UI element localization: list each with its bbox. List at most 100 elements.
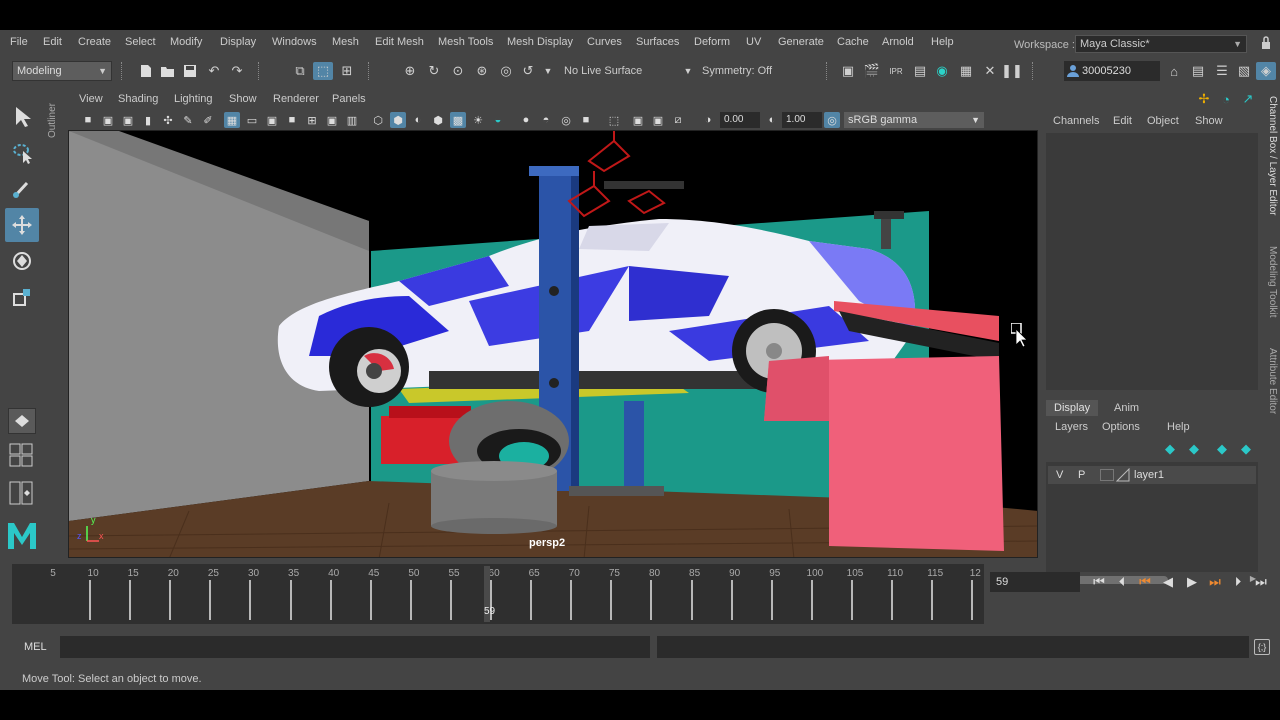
- menu-edit-mesh[interactable]: Edit Mesh: [375, 36, 424, 48]
- lasso-tool-icon[interactable]: [5, 136, 39, 170]
- textured-icon[interactable]: ▩: [450, 112, 466, 128]
- color-management-icon[interactable]: ◎: [824, 112, 840, 128]
- sync-icon[interactable]: ◔: [1216, 90, 1236, 108]
- new-layer-selected-icon[interactable]: ◆: [1236, 440, 1256, 458]
- snap-curve-icon[interactable]: ↻: [424, 62, 444, 80]
- shadows-icon[interactable]: ◒: [490, 112, 506, 128]
- exposure-field[interactable]: 0.00: [720, 112, 760, 128]
- channel-box-menu-show[interactable]: Show: [1195, 115, 1223, 127]
- layer-type-toggle[interactable]: [1100, 469, 1114, 481]
- safe-action-icon[interactable]: ▣: [324, 112, 340, 128]
- film-gate-icon[interactable]: ▭: [244, 112, 260, 128]
- render-frame-icon[interactable]: 🎬: [862, 62, 882, 80]
- command-input[interactable]: [60, 636, 650, 658]
- two-d-pan-icon[interactable]: ✣: [160, 112, 176, 128]
- go-to-end-icon[interactable]: ⏭: [1252, 573, 1270, 591]
- tab-channel-box-layer-editor[interactable]: Channel Box / Layer Editor: [1262, 96, 1278, 216]
- snap-grid-icon[interactable]: ⊕: [400, 62, 420, 80]
- step-back-key-icon[interactable]: ⏮: [1136, 573, 1154, 591]
- layer-menu-help[interactable]: Help: [1167, 421, 1190, 433]
- move-layer-up-icon[interactable]: ◆: [1160, 440, 1180, 458]
- panel-menu-view[interactable]: View: [79, 93, 103, 105]
- step-back-icon[interactable]: ⏴: [1113, 573, 1131, 591]
- xray-icon[interactable]: ▣: [630, 112, 646, 128]
- select-component-icon[interactable]: ⊞: [337, 62, 357, 80]
- layer-editor-icon[interactable]: ◈: [1256, 62, 1276, 80]
- step-forward-icon[interactable]: ⏵: [1229, 573, 1247, 591]
- render-settings-icon[interactable]: ▤: [910, 62, 930, 80]
- hypershade-icon[interactable]: ◉: [932, 62, 952, 80]
- script-editor-icon[interactable]: {;}: [1254, 639, 1270, 655]
- menu-curves[interactable]: Curves: [587, 36, 622, 48]
- snap-view-plane-icon[interactable]: ⊛: [472, 62, 492, 80]
- menu-generate[interactable]: Generate: [778, 36, 824, 48]
- bookmark-icon[interactable]: ▣: [120, 112, 136, 128]
- wireframe-icon[interactable]: ⬡: [370, 112, 386, 128]
- pencil-icon[interactable]: ✐: [200, 112, 216, 128]
- wireframe-on-shaded-icon[interactable]: ⬢: [430, 112, 446, 128]
- menu-display[interactable]: Display: [220, 36, 256, 48]
- camera-attributes-icon[interactable]: ▣: [100, 112, 116, 128]
- menu-create[interactable]: Create: [78, 36, 111, 48]
- arnold-render-icon[interactable]: ✕: [980, 62, 1000, 80]
- layer-name[interactable]: layer1: [1134, 469, 1164, 481]
- menu-file[interactable]: File: [10, 36, 28, 48]
- menu-help[interactable]: Help: [931, 36, 954, 48]
- view-transform-select[interactable]: sRGB gamma ▼: [844, 112, 984, 128]
- expand-icon[interactable]: ↗: [1238, 90, 1258, 108]
- channel-box-menu-edit[interactable]: Edit: [1113, 115, 1132, 127]
- layer-visibility-toggle[interactable]: V: [1056, 469, 1063, 481]
- channel-box-menu-channels[interactable]: Channels: [1053, 115, 1099, 127]
- select-object-icon[interactable]: ⬚: [313, 62, 333, 80]
- play-forwards-icon[interactable]: ▶: [1183, 573, 1201, 591]
- go-to-start-icon[interactable]: ⏮: [1090, 573, 1108, 591]
- isolate-select-icon[interactable]: ⬚: [606, 112, 622, 128]
- menu-mesh-display[interactable]: Mesh Display: [507, 36, 573, 48]
- play-backwards-icon[interactable]: ◀: [1159, 573, 1177, 591]
- select-tool-icon[interactable]: [5, 100, 39, 134]
- move-tool-icon[interactable]: [5, 208, 39, 242]
- snap-point-icon[interactable]: ⊙: [448, 62, 468, 80]
- anti-aliasing-icon[interactable]: ◎: [558, 112, 574, 128]
- menu-surfaces[interactable]: Surfaces: [636, 36, 679, 48]
- live-surface-field[interactable]: No Live Surface: [564, 61, 642, 81]
- open-scene-icon[interactable]: [158, 62, 178, 80]
- snap-options-icon[interactable]: ↺: [518, 62, 538, 80]
- ipr-render-icon[interactable]: IPR: [886, 62, 906, 80]
- resolution-gate-icon[interactable]: ▣: [264, 112, 280, 128]
- layer-color-icon[interactable]: [1116, 468, 1130, 482]
- panel-menu-show[interactable]: Show: [229, 93, 257, 105]
- menu-deform[interactable]: Deform: [694, 36, 730, 48]
- perspective-viewport[interactable]: y z x persp2: [68, 130, 1038, 558]
- exposure-icon[interactable]: ◑: [700, 112, 716, 128]
- two-view-layout-icon[interactable]: [8, 480, 36, 506]
- gamma-field[interactable]: 1.00: [782, 112, 822, 128]
- tab-attribute-editor[interactable]: Attribute Editor: [1262, 348, 1278, 414]
- redo-icon[interactable]: ↷: [227, 62, 247, 80]
- new-layer-icon[interactable]: ◆: [1212, 440, 1232, 458]
- layer-menu-options[interactable]: Options: [1102, 421, 1140, 433]
- scale-tool-icon[interactable]: [5, 280, 39, 314]
- new-scene-icon[interactable]: [136, 62, 156, 80]
- safe-title-icon[interactable]: ▥: [344, 112, 360, 128]
- render-sequence-icon[interactable]: ▦: [956, 62, 976, 80]
- menu-set-select[interactable]: Modeling ▼: [12, 61, 112, 81]
- menu-uv[interactable]: UV: [746, 36, 761, 48]
- default-material-icon[interactable]: ◐: [410, 112, 426, 128]
- save-scene-icon[interactable]: [180, 62, 200, 80]
- depth-of-field-icon[interactable]: ■: [578, 112, 594, 128]
- menu-cache[interactable]: Cache: [837, 36, 869, 48]
- select-hierarchy-icon[interactable]: ⧉: [290, 62, 310, 80]
- image-plane-icon[interactable]: ▮: [140, 112, 156, 128]
- xray-joints-icon[interactable]: ▣: [650, 112, 666, 128]
- workspace-select[interactable]: Maya Classic* ▼: [1075, 35, 1247, 53]
- chevron-down-icon[interactable]: ▼: [678, 62, 698, 80]
- tab-modeling-toolkit[interactable]: Modeling Toolkit: [1262, 246, 1278, 318]
- pause-icon[interactable]: ❚❚: [1001, 62, 1023, 80]
- menu-windows[interactable]: Windows: [272, 36, 317, 48]
- modeling-toolkit-icon[interactable]: ⌂: [1164, 62, 1184, 80]
- outliner-tab[interactable]: Outliner: [47, 90, 65, 150]
- tool-settings-icon[interactable]: ☰: [1212, 62, 1232, 80]
- panel-menu-renderer[interactable]: Renderer: [273, 93, 319, 105]
- motion-blur-icon[interactable]: ◓: [538, 112, 554, 128]
